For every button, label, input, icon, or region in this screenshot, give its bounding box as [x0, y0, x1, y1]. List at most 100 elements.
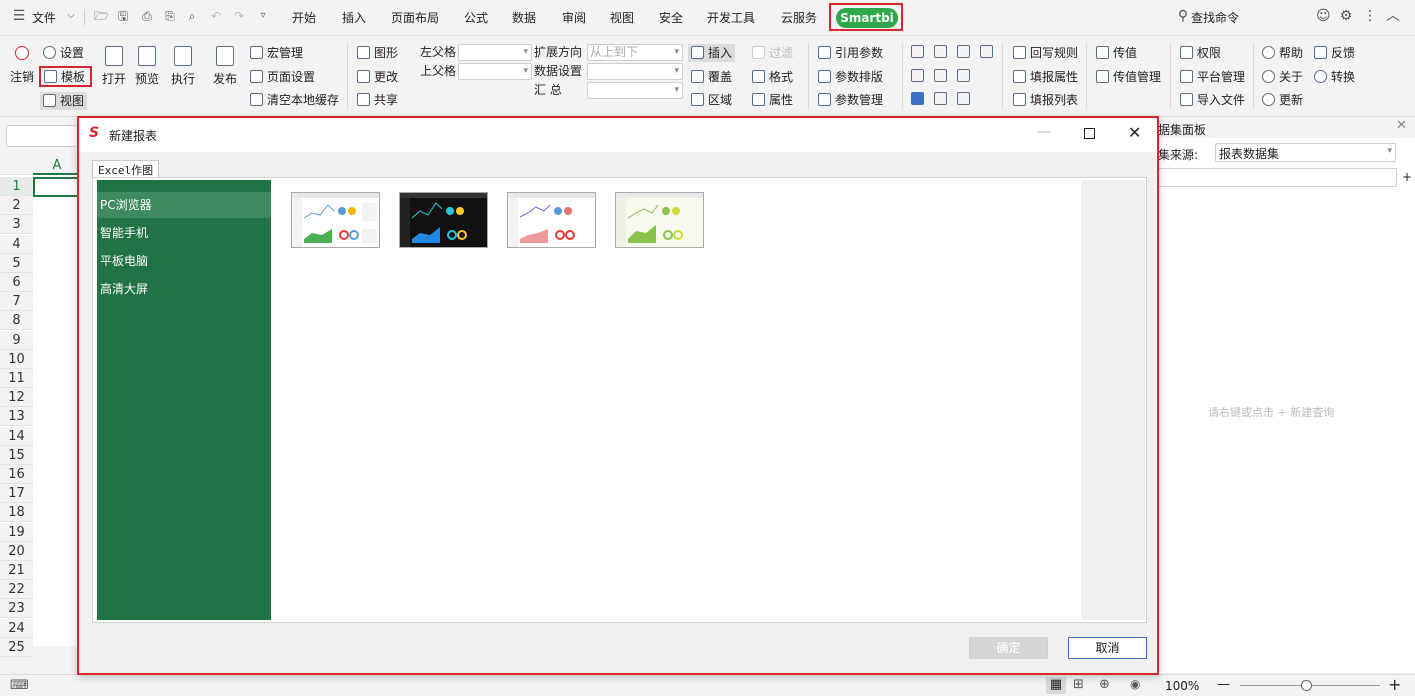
update-button[interactable]: 更新	[1262, 92, 1303, 108]
row-header[interactable]: 7	[0, 292, 33, 312]
pass-value-button[interactable]: 传值	[1096, 45, 1137, 61]
row-header[interactable]: 1	[0, 177, 33, 196]
tab-home[interactable]: 开始	[292, 9, 316, 26]
fill-property-button[interactable]: 填报属性	[1013, 69, 1078, 85]
expand-direction-select[interactable]: 从上到下	[587, 44, 683, 61]
tab-formula[interactable]: 公式	[464, 9, 488, 26]
row-header[interactable]: 6	[0, 273, 33, 292]
row-header[interactable]: 11	[0, 369, 33, 388]
page-setup-button[interactable]: 页面设置	[250, 69, 315, 85]
settings-button[interactable]: 设置	[43, 45, 84, 61]
writeback-button[interactable]: 回写规则	[1013, 45, 1078, 61]
share-button[interactable]: 共享	[357, 92, 398, 108]
row-header[interactable]: 9	[0, 330, 33, 350]
overwrite-button[interactable]: 覆盖	[691, 69, 732, 85]
row-header[interactable]: 13	[0, 407, 33, 427]
template-thumbnail[interactable]	[291, 192, 380, 248]
open-folder-icon[interactable]: 🗁	[94, 9, 109, 23]
cancel-button[interactable]: 取消	[1068, 637, 1147, 659]
filter-button[interactable]: 过滤	[752, 45, 793, 61]
param-layout-button[interactable]: 参数排版	[818, 69, 883, 85]
import-file-button[interactable]: 导入文件	[1180, 92, 1245, 108]
row-header[interactable]: 20	[0, 541, 33, 561]
up-parent-select[interactable]	[458, 63, 532, 80]
macro-button[interactable]: 宏管理	[250, 45, 303, 61]
text-widget-icon[interactable]	[957, 92, 970, 105]
left-parent-select[interactable]	[458, 44, 532, 61]
publish-button[interactable]: 发布	[212, 46, 238, 87]
region-button[interactable]: 区域	[691, 92, 732, 108]
image-widget-icon[interactable]	[957, 69, 970, 82]
preview-button[interactable]: 预览	[134, 46, 160, 87]
row-header[interactable]: 19	[0, 522, 33, 542]
row-header[interactable]: 22	[0, 580, 33, 600]
list-widget-icon[interactable]	[911, 69, 924, 82]
chevron-down-icon[interactable]: ⌵	[64, 9, 78, 23]
widget-icon[interactable]	[911, 45, 924, 58]
nav-smartphone[interactable]: 智能手机	[97, 220, 271, 246]
page-break-view-icon[interactable]: ⊞	[1073, 677, 1084, 692]
template-thumbnail[interactable]	[615, 192, 704, 248]
row-header[interactable]: 2	[0, 196, 33, 216]
tab-data[interactable]: 数据	[512, 9, 536, 26]
about-button[interactable]: 关于	[1262, 69, 1303, 85]
redo-icon[interactable]: ↷	[232, 9, 246, 23]
undo-icon[interactable]: ↶	[209, 9, 223, 23]
print-preview-icon[interactable]: ⌕	[185, 9, 199, 23]
tab-developer[interactable]: 开发工具	[707, 9, 755, 26]
tab-security[interactable]: 安全	[659, 9, 683, 26]
edit-widget-icon[interactable]	[934, 92, 947, 105]
platform-mgmt-button[interactable]: 平台管理	[1180, 69, 1245, 85]
file-menu[interactable]: 文件	[32, 9, 56, 26]
zoom-level[interactable]: 100%	[1165, 679, 1199, 693]
name-box[interactable]	[6, 125, 78, 147]
corner-cell[interactable]	[0, 156, 33, 175]
row-header[interactable]: 15	[0, 445, 33, 465]
pass-mgmt-button[interactable]: 传值管理	[1096, 69, 1161, 85]
property-button[interactable]: 属性	[752, 92, 793, 108]
customize-chevron-icon[interactable]: ▿	[256, 9, 270, 23]
fill-list-button[interactable]: 填报列表	[1013, 92, 1078, 108]
row-header[interactable]: 17	[0, 484, 33, 504]
row-header[interactable]: 14	[0, 426, 33, 446]
insert-button[interactable]: 插入	[688, 44, 736, 62]
help-button[interactable]: 帮助	[1262, 45, 1303, 61]
ref-param-button[interactable]: 引用参数	[818, 45, 883, 61]
calendar-widget-icon[interactable]	[957, 45, 970, 58]
minimize-icon[interactable]: —	[1037, 124, 1051, 140]
tab-view[interactable]: 视图	[610, 9, 634, 26]
template-thumbnail[interactable]	[507, 192, 596, 248]
maximize-icon[interactable]	[1084, 128, 1095, 139]
dataset-search-input[interactable]	[1158, 168, 1397, 187]
eye-icon[interactable]: ◉	[1130, 677, 1140, 691]
nav-pc-browser[interactable]: PC浏览器	[97, 192, 271, 218]
zoom-in-icon[interactable]: +	[1388, 675, 1401, 694]
clear-cache-button[interactable]: 清空本地缓存	[250, 92, 339, 108]
nav-big-screen[interactable]: 高清大屏	[97, 276, 271, 302]
row-header[interactable]: 12	[0, 388, 33, 408]
more-icon[interactable]: ⋮	[1363, 9, 1377, 23]
dropdown-widget-icon[interactable]	[934, 45, 947, 58]
tab-page-layout[interactable]: 页面布局	[391, 9, 439, 26]
print-icon[interactable]: ⎘	[163, 9, 177, 23]
permission-button[interactable]: 权限	[1180, 45, 1221, 61]
dataset-source-select[interactable]: 报表数据集	[1215, 143, 1396, 162]
row-header[interactable]: 21	[0, 561, 33, 580]
row-header[interactable]: 3	[0, 215, 33, 235]
view-button[interactable]: 视图	[40, 92, 88, 110]
tab-insert[interactable]: 插入	[342, 9, 366, 26]
close-icon[interactable]: ✕	[1128, 123, 1141, 142]
row-header[interactable]: 5	[0, 253, 33, 273]
collapse-icon[interactable]: ︿	[1386, 9, 1400, 23]
upload-widget-icon[interactable]	[934, 69, 947, 82]
search-icon[interactable]: ⚲	[1176, 9, 1190, 23]
gear-icon[interactable]: ⚙	[1339, 9, 1353, 23]
row-header[interactable]: 24	[0, 618, 33, 638]
row-header[interactable]: 23	[0, 599, 33, 619]
template-button[interactable]: 模板	[44, 69, 85, 85]
row-header[interactable]: 4	[0, 234, 33, 254]
smiley-icon[interactable]: ☺	[1316, 9, 1331, 23]
add-query-icon[interactable]: +	[1402, 170, 1412, 184]
macro-record-icon[interactable]: ⌨	[10, 678, 29, 693]
row-header[interactable]: 10	[0, 349, 33, 369]
